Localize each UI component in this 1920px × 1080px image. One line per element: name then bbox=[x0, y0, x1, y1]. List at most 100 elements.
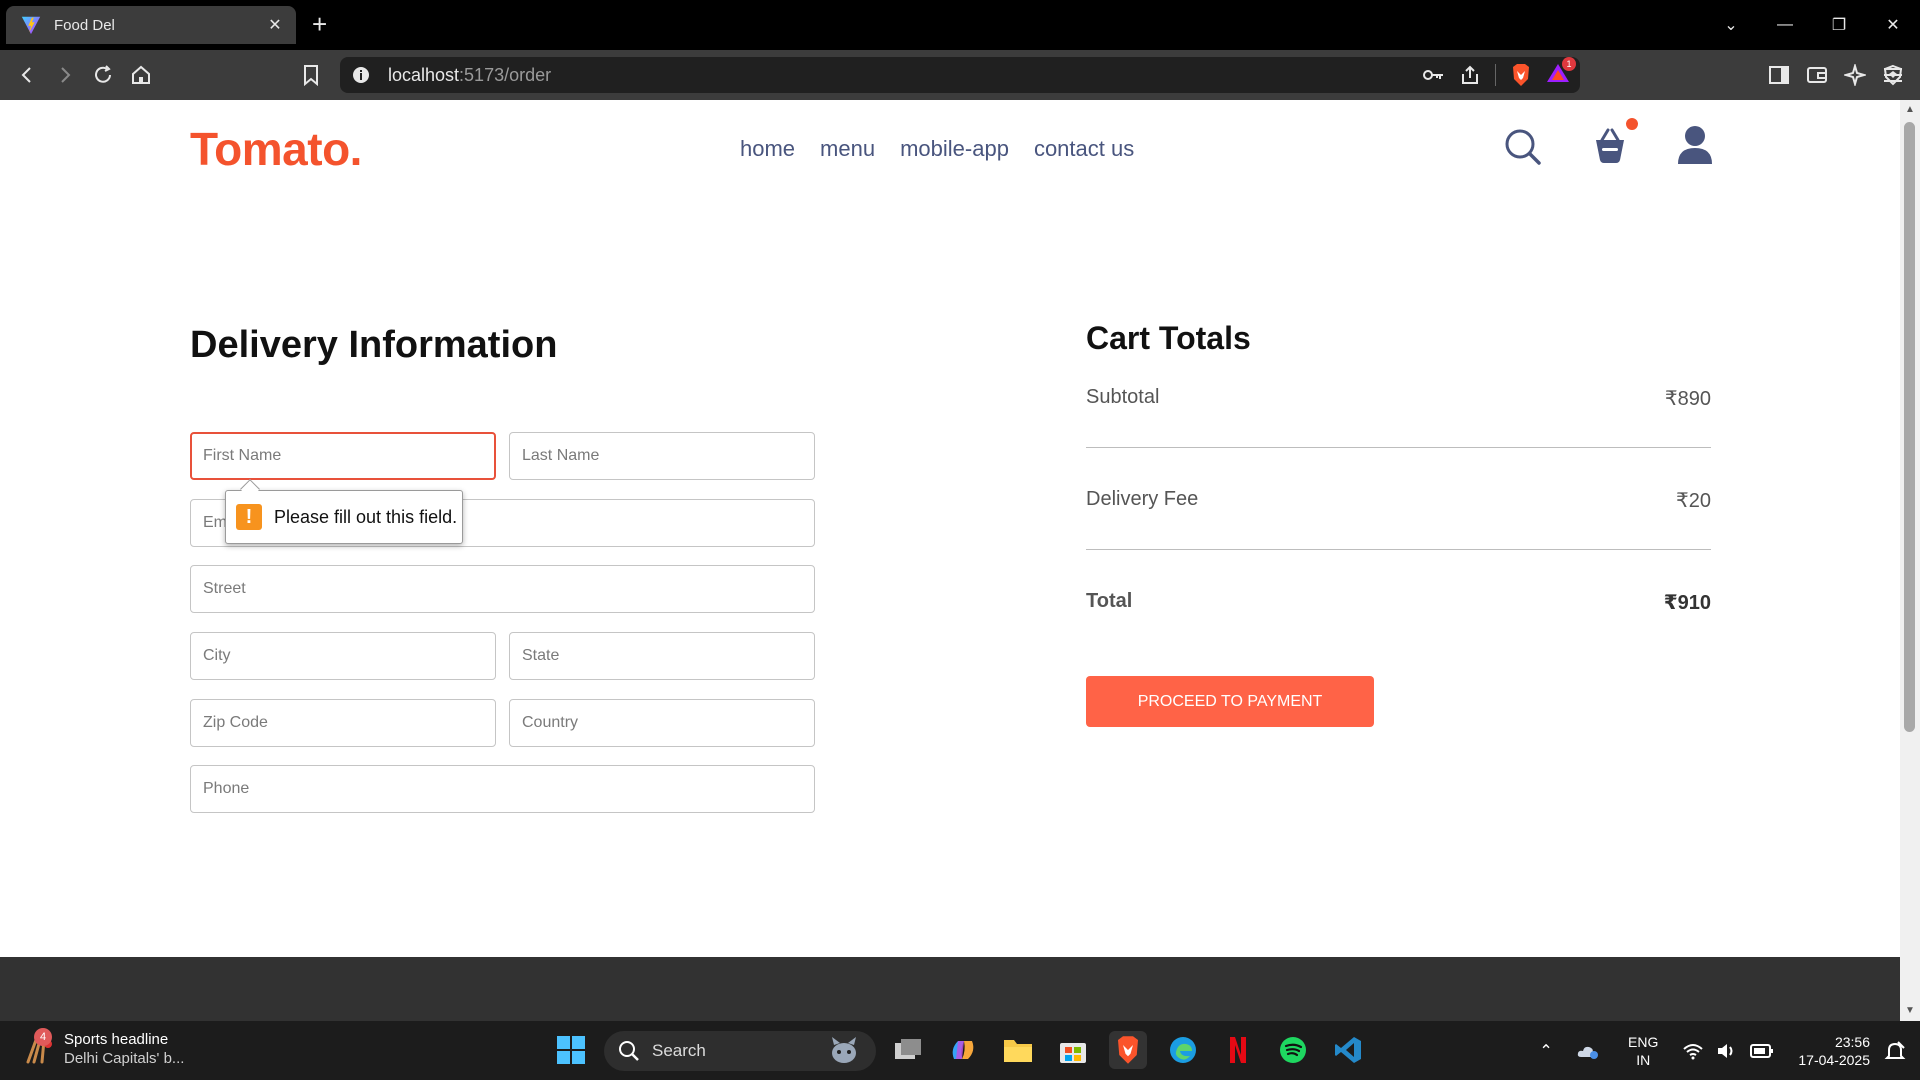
news-title: Sports headline bbox=[64, 1031, 169, 1048]
delivery-fee-value: ₹20 bbox=[1676, 490, 1711, 512]
clock[interactable]: 23:56 17-04-2025 bbox=[1798, 1033, 1870, 1069]
page-footer bbox=[0, 957, 1900, 1021]
cart-indicator-dot bbox=[1626, 118, 1638, 130]
volume-icon[interactable] bbox=[1716, 1042, 1738, 1060]
divider bbox=[1086, 447, 1711, 448]
wifi-icon[interactable] bbox=[1682, 1042, 1704, 1060]
tab-list-chevron-icon[interactable]: ⌄ bbox=[1704, 15, 1758, 35]
basket-icon[interactable] bbox=[1590, 126, 1630, 166]
minimize-icon[interactable]: — bbox=[1758, 16, 1812, 34]
address-bar[interactable]: localhost:5173/order 1 bbox=[340, 56, 1580, 93]
task-view-icon[interactable] bbox=[889, 1031, 927, 1069]
wallet-icon[interactable] bbox=[1804, 62, 1830, 88]
home-icon[interactable] bbox=[128, 62, 154, 88]
site-info-icon[interactable] bbox=[352, 66, 370, 84]
nav-home[interactable]: home bbox=[740, 136, 795, 162]
validation-message: Please fill out this field. bbox=[274, 506, 458, 527]
validation-tooltip: ! Please fill out this field. bbox=[225, 479, 463, 544]
zip-code-input[interactable]: Zip Code bbox=[190, 699, 496, 747]
nav-menu[interactable]: menu bbox=[820, 136, 875, 162]
street-input[interactable]: Street bbox=[190, 565, 815, 613]
sidebar-toggle-icon[interactable] bbox=[1766, 62, 1792, 88]
tab-title: Food Del bbox=[54, 16, 115, 34]
nav-contact-us[interactable]: contact us bbox=[1034, 136, 1134, 162]
language-indicator[interactable]: ENG IN bbox=[1628, 1033, 1658, 1069]
reload-icon[interactable] bbox=[90, 62, 116, 88]
proceed-to-payment-button[interactable]: PROCEED TO PAYMENT bbox=[1086, 676, 1374, 727]
browser-tab[interactable]: Food Del ✕ bbox=[6, 6, 296, 44]
share-icon[interactable] bbox=[1459, 64, 1481, 86]
taskbar: 4 Sports headline Delhi Capitals' b... S… bbox=[0, 1021, 1920, 1080]
delivery-fee-row: Delivery Fee ₹20 bbox=[1086, 488, 1711, 513]
bookmark-icon[interactable] bbox=[298, 62, 324, 88]
close-window-icon[interactable]: ✕ bbox=[1866, 15, 1920, 35]
nav-mobile-app[interactable]: mobile-app bbox=[900, 136, 1009, 162]
warning-icon: ! bbox=[236, 504, 262, 530]
total-row: Total ₹910 bbox=[1086, 590, 1711, 615]
edge-icon[interactable] bbox=[1164, 1031, 1202, 1069]
vscode-icon[interactable] bbox=[1329, 1031, 1367, 1069]
scroll-thumb[interactable] bbox=[1904, 122, 1915, 732]
brave-shields-icon[interactable] bbox=[1510, 63, 1532, 87]
scroll-up-icon[interactable]: ▲ bbox=[1904, 104, 1916, 116]
tooltip-arrow bbox=[240, 479, 260, 499]
total-label: Total bbox=[1086, 590, 1133, 612]
search-highlight-icon bbox=[832, 1037, 856, 1063]
url-text: localhost:5173/order bbox=[388, 65, 552, 85]
browser-tabbar: Food Del ✕ + ⌄ — ❐ ✕ bbox=[0, 0, 1920, 50]
netflix-icon[interactable] bbox=[1219, 1031, 1257, 1069]
spotify-icon[interactable] bbox=[1274, 1031, 1312, 1069]
country-input[interactable]: Country bbox=[509, 699, 815, 747]
onedrive-icon[interactable] bbox=[1576, 1041, 1600, 1061]
last-name-input[interactable]: Last Name bbox=[509, 432, 815, 480]
leo-ai-icon[interactable] bbox=[1842, 62, 1868, 88]
brave-rewards-button[interactable]: 1 bbox=[1546, 56, 1576, 89]
search-icon[interactable] bbox=[1504, 128, 1542, 166]
phone-input[interactable]: Phone bbox=[190, 765, 815, 813]
divider bbox=[1086, 549, 1711, 550]
menu-icon[interactable] bbox=[1880, 62, 1906, 88]
new-tab-icon[interactable]: + bbox=[312, 10, 327, 38]
subtotal-label: Subtotal bbox=[1086, 386, 1160, 408]
state-input[interactable]: State bbox=[509, 632, 815, 680]
notification-bell-icon[interactable] bbox=[1884, 1040, 1906, 1062]
system-tray: ⌃ ENG IN 23:56 17-04-2025 bbox=[1526, 1021, 1920, 1080]
show-hidden-icons-chevron-icon[interactable]: ⌃ bbox=[1526, 1041, 1566, 1061]
tab-close-icon[interactable]: ✕ bbox=[264, 15, 286, 35]
main-nav: home menu mobile-app contact us bbox=[740, 136, 1134, 162]
search-icon bbox=[619, 1041, 639, 1061]
restore-icon[interactable]: ❐ bbox=[1812, 15, 1866, 35]
browser-toolbar: localhost:5173/order 1 bbox=[0, 50, 1920, 100]
windows-start-icon[interactable] bbox=[552, 1031, 590, 1069]
clock-date: 17-04-2025 bbox=[1798, 1051, 1870, 1068]
file-explorer-icon[interactable] bbox=[999, 1031, 1037, 1069]
taskbar-search-label: Search bbox=[652, 1041, 706, 1060]
vite-favicon-icon bbox=[21, 16, 41, 35]
first-name-input[interactable]: First Name bbox=[190, 432, 496, 480]
subtotal-value: ₹890 bbox=[1664, 388, 1711, 410]
site-logo[interactable]: Tomato. bbox=[190, 122, 362, 176]
city-input[interactable]: City bbox=[190, 632, 496, 680]
brave-browser-icon[interactable] bbox=[1109, 1031, 1147, 1069]
subtotal-row: Subtotal ₹890 bbox=[1086, 386, 1711, 411]
microsoft-store-icon[interactable] bbox=[1054, 1031, 1092, 1069]
password-key-icon[interactable] bbox=[1423, 68, 1445, 82]
news-badge: 4 bbox=[34, 1028, 52, 1046]
cart-totals-title: Cart Totals bbox=[1086, 320, 1251, 356]
delivery-fee-label: Delivery Fee bbox=[1086, 488, 1199, 510]
page-scrollbar[interactable]: ▲ ▼ bbox=[1900, 100, 1920, 1021]
copilot-icon[interactable] bbox=[944, 1031, 982, 1069]
news-subtitle: Delhi Capitals' b... bbox=[64, 1050, 185, 1067]
cricket-news-icon: 4 bbox=[22, 1028, 56, 1066]
page: Tomato. home menu mobile-app contact us … bbox=[0, 100, 1900, 957]
total-value: ₹910 bbox=[1663, 592, 1711, 614]
forward-icon[interactable] bbox=[52, 62, 78, 88]
battery-icon[interactable] bbox=[1750, 1043, 1774, 1059]
back-icon[interactable] bbox=[14, 62, 40, 88]
profile-icon[interactable] bbox=[1676, 124, 1714, 166]
scroll-down-icon[interactable]: ▼ bbox=[1904, 1005, 1916, 1017]
taskbar-search[interactable]: Search bbox=[604, 1031, 876, 1071]
rewards-badge: 1 bbox=[1562, 56, 1576, 71]
news-widget[interactable]: 4 Sports headline Delhi Capitals' b... bbox=[22, 1028, 185, 1067]
clock-time: 23:56 bbox=[1834, 1033, 1870, 1050]
